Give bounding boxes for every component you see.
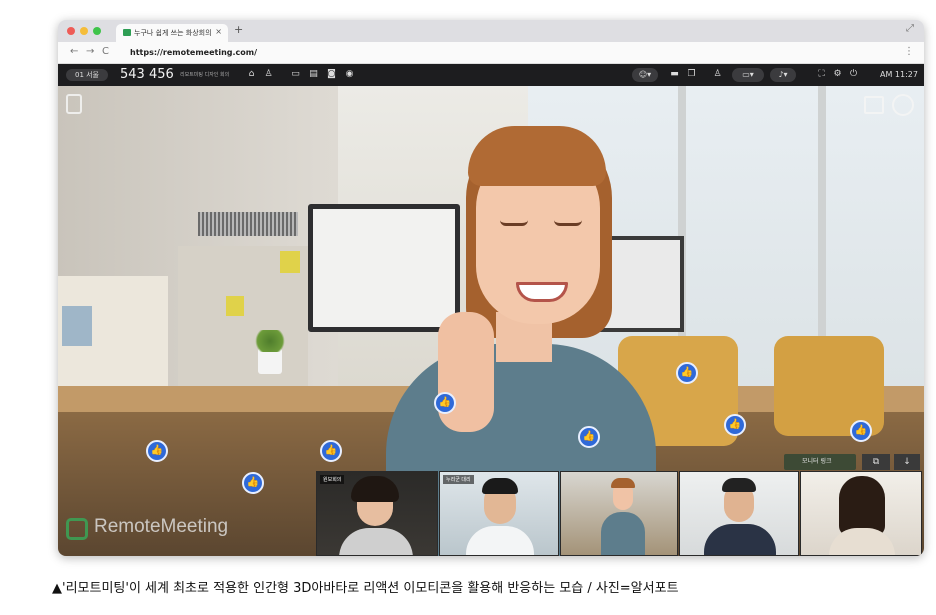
participant-thumbnail[interactable]: 누리군 대리 [439,471,559,556]
new-tab-button[interactable]: + [234,23,243,36]
clock: AM 11:27 [880,70,918,79]
tab-title: 누구나 쉽게 쓰는 화상회의 [134,29,212,37]
avatar-thumbs-up-hand [438,312,494,432]
browser-tab-bar: 누구나 쉽게 쓰는 화상회의 × + ⤢ [58,20,924,42]
download-button[interactable]: ↓ [894,454,920,470]
room-number: 543 456 [120,67,174,82]
participant-body [339,528,413,555]
plant-leaves [252,330,288,352]
participant-avatar-hair [611,478,635,488]
like-reaction-icon: 👍 [320,440,342,462]
user-icon[interactable]: ♙ [712,69,723,80]
browser-menu-icon[interactable]: ⋮ [904,46,914,57]
camera-snapshot-icon[interactable]: ◙ [326,69,337,80]
maximize-window-button[interactable] [93,27,101,35]
photo-caption: ▲'리모트미팅'이 세계 최초로 적용한 인간형 3D아바타로 리액션 이모티콘… [52,581,679,596]
window-icon[interactable]: ❐ [686,69,697,80]
exit-icon[interactable]: ⏻ [848,69,859,80]
main-video-view: 👍 👍 👍 👍 👍 👍 👍 👍 👍 모니터 링크 ⧉ ↓ RemoteMeeti… [58,86,924,556]
participant-label: 누리군 대리 [443,475,474,484]
fullscreen-icon[interactable]: ⤢ [906,23,914,34]
avatar-hair-front [468,126,606,186]
forward-button[interactable]: → [86,46,94,57]
reaction-button[interactable]: ☺▾ [632,68,658,82]
camera-toggle-button[interactable]: ▭▾ [732,68,764,82]
logo-mark-icon [66,518,88,540]
clipboard-icon[interactable] [66,94,82,114]
like-reaction-icon: 👍 [242,472,264,494]
browser-tab[interactable]: 누구나 쉽게 쓰는 화상회의 × [116,24,228,42]
tab-close-icon[interactable]: × [215,27,222,36]
record-icon[interactable]: ◉ [344,69,355,80]
address-bar: ← → C https://remotemeeting.com/ ⋮ [58,42,924,64]
room-description: 리모트미팅 디자인 회의 [180,72,230,78]
url-field[interactable]: https://remotemeeting.com/ [130,48,257,57]
participant-thumbnail[interactable] [800,471,922,556]
participant-label: 원보회의 [320,475,345,484]
sticky-note [226,296,244,316]
screen-share-badge-label: 모니터 링크 [802,458,832,465]
mic-toggle-button[interactable]: ♪▾ [770,68,796,82]
browser-window: 누구나 쉽게 쓰는 화상회의 × + ⤢ ← → C https://remot… [58,20,924,556]
like-reaction-icon: 👍 [676,362,698,384]
remotemeeting-favicon-icon [123,29,131,36]
reload-button[interactable]: C [102,46,109,57]
participant-hair [839,476,885,536]
participant-body [829,528,895,555]
shelf-binders [62,306,92,346]
participants-icon[interactable]: ♙ [263,69,274,80]
zoom-out-icon[interactable] [892,94,914,116]
settings-gear-icon[interactable]: ⚙ [832,69,843,80]
like-reaction-icon: 👍 [146,440,168,462]
avatar-eye [554,220,582,226]
participant-thumbnail[interactable] [679,471,799,556]
lock-icon[interactable]: ⌂ [246,69,257,80]
participant-thumbnail[interactable] [560,471,678,556]
popout-button[interactable]: ⧉ [862,454,890,470]
like-reaction-icon: 👍 [578,426,600,448]
screen-share-badge[interactable]: 모니터 링크 [784,454,856,470]
back-button[interactable]: ← [70,46,78,57]
participant-avatar-body [601,512,645,555]
sticky-note [280,251,300,273]
like-reaction-icon: 👍 [724,414,746,436]
participant-hair [351,476,399,502]
fullscreen-toggle-icon[interactable]: ⛶ [816,69,827,80]
like-reaction-icon: 👍 [434,392,456,414]
document-icon[interactable]: ▤ [308,69,319,80]
like-reaction-icon: 👍 [850,420,872,442]
office-chair [774,336,884,436]
layout-icon[interactable]: ▬ [669,69,680,80]
avatar-eye [500,220,528,226]
screen-share-icon[interactable]: ▭ [290,69,301,80]
monitor [308,204,460,332]
layout-switch-icon[interactable] [864,96,884,114]
cabinet-vent [198,212,298,236]
close-window-button[interactable] [67,27,75,35]
participant-body [704,524,776,555]
participant-hair [482,478,518,494]
logo-text: RemoteMeeting [94,516,229,537]
minimize-window-button[interactable] [80,27,88,35]
participant-thumbnail[interactable]: 원보회의 [316,471,438,556]
participant-hair [722,478,756,492]
room-tag: 01 서울 [66,69,108,81]
meeting-toolbar: 01 서울 543 456 리모트미팅 디자인 회의 ⌂ ♙ ▭ ▤ ◙ ◉ ☺… [58,64,924,86]
participant-body [466,526,534,555]
